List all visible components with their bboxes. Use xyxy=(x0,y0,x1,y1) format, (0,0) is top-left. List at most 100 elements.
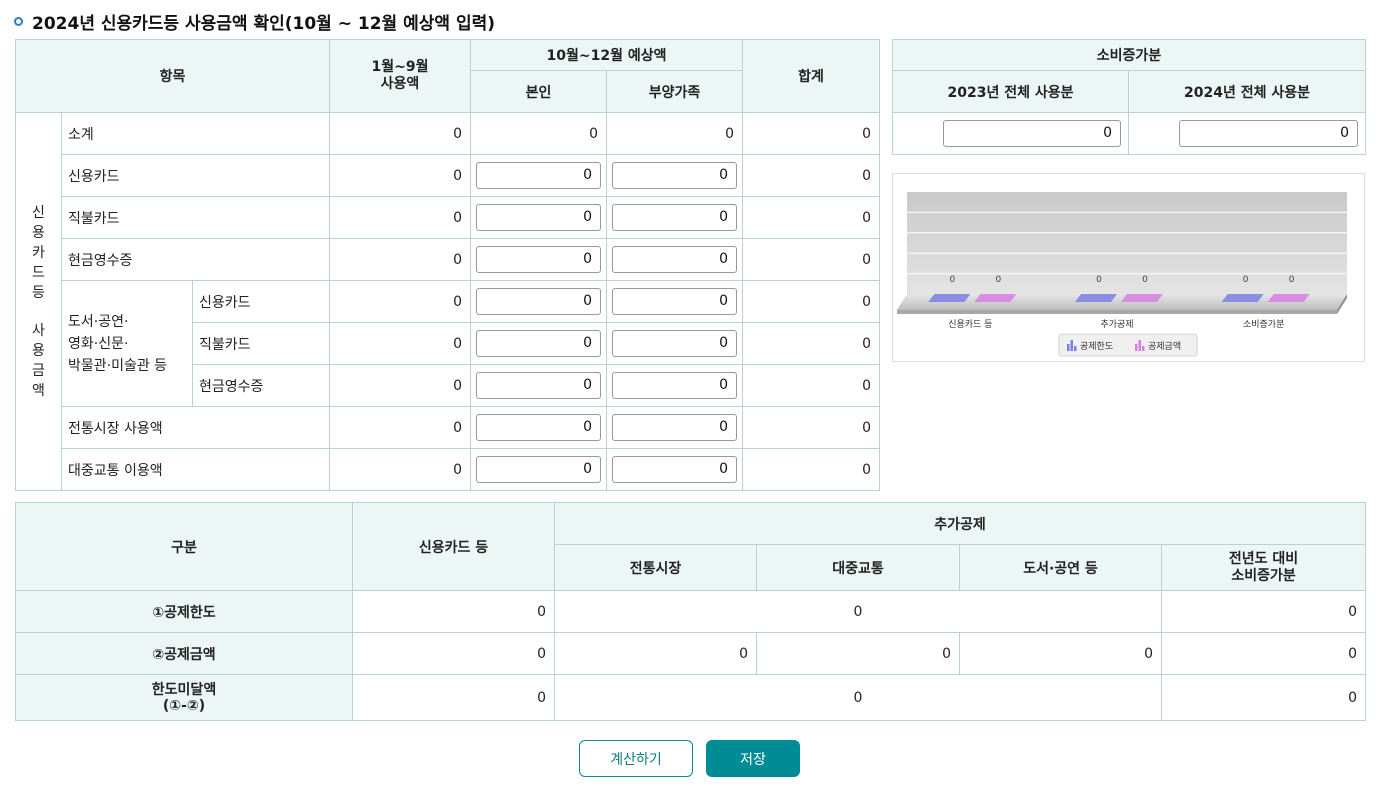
chart-floor-edge xyxy=(897,310,1337,314)
table-row: 전통시장 사용액 0 0 0 0 xyxy=(16,406,881,449)
header-dependents: 부양가족 xyxy=(605,70,744,113)
total-value: 0 xyxy=(742,196,881,239)
row-label-amount: ②공제금액 xyxy=(15,632,353,675)
chart-plot-background xyxy=(907,192,1347,294)
table-row: 대중교통 이용액 0 0 0 0 xyxy=(16,448,881,491)
header-2024: 2024년 전체 사용분 xyxy=(1128,70,1366,113)
dependents-input[interactable]: 0 xyxy=(612,456,738,483)
chart-data-label: 0 xyxy=(995,275,1001,285)
chart-legend-swatch xyxy=(1142,346,1145,351)
chart-legend-label: 공제한도 xyxy=(1080,341,1113,352)
deduction-chart: 0 0 신용카드 등 0 0 추가공제 0 0 소비증가분 공제한도 공제금액 xyxy=(892,173,1365,362)
row-label: 소계 xyxy=(61,112,330,155)
table-row: 현금영수증 0 0 0 0 xyxy=(16,238,881,281)
page-title-text: 2024년 신용카드등 사용금액 확인(10월 ~ 12월 예상액 입력) xyxy=(32,13,496,34)
total-value: 0 xyxy=(742,322,881,365)
chart-legend-label: 공제금액 xyxy=(1148,340,1181,352)
header-category: 구분 xyxy=(15,502,353,591)
amount-market-value: 0 xyxy=(554,632,757,675)
usage-amount-table: 항목 1월~9월 사용액 10월~12월 예상액 합계 본인 부양가족 신 용 … xyxy=(15,39,881,491)
table-row: 한도미달액 (①-②) 0 0 0 xyxy=(15,674,1367,721)
chart-bar xyxy=(1075,294,1117,302)
usage-2023-input[interactable]: 0 xyxy=(943,120,1121,147)
dependents-input[interactable]: 0 xyxy=(612,372,738,399)
table-row: 도서·공연· 영화·신문· 박물관·미술관 등 신용카드 0 0 0 0 xyxy=(16,280,881,407)
jan-sep-value: 0 xyxy=(329,112,471,155)
row-label: 현금영수증 xyxy=(61,238,330,281)
row-label: 현금영수증 xyxy=(192,364,330,407)
limit-increase-value: 0 xyxy=(1160,590,1367,633)
chart-bar xyxy=(928,294,971,302)
dependents-input[interactable]: 0 xyxy=(612,414,738,441)
calculate-button[interactable]: 계산하기 xyxy=(579,740,693,777)
chart-svg: 0 0 신용카드 등 0 0 추가공제 0 0 소비증가분공제한도 공제금액 xyxy=(897,192,1347,357)
jan-sep-value: 0 xyxy=(329,406,471,449)
jan-sep-value: 0 xyxy=(329,322,471,365)
chart-data-label: 0 xyxy=(1096,275,1102,285)
consumption-increase-table: 소비증가분 2023년 전체 사용분 2024년 전체 사용분 0 0 xyxy=(892,39,1366,155)
bullet-circle-icon xyxy=(14,16,23,26)
self-input[interactable]: 0 xyxy=(476,414,601,441)
dependents-input[interactable]: 0 xyxy=(612,162,738,189)
row-label-limit: ①공제한도 xyxy=(15,590,353,633)
shortfall-credit-value: 0 xyxy=(352,674,555,721)
total-value: 0 xyxy=(742,406,881,449)
header-market: 전통시장 xyxy=(554,544,757,591)
jan-sep-value: 0 xyxy=(329,364,471,407)
deduction-summary-table: 구분 신용카드 등 추가공제 전통시장 대중교통 도서·공연 등 전년도 대비 … xyxy=(15,502,1367,721)
header-2023: 2023년 전체 사용분 xyxy=(892,70,1129,113)
header-total: 합계 xyxy=(742,39,881,113)
shortfall-increase-value: 0 xyxy=(1160,674,1367,721)
save-button[interactable]: 저장 xyxy=(706,740,800,777)
shortfall-extra-value: 0 xyxy=(554,674,1162,721)
header-forecast: 10월~12월 예상액 xyxy=(469,39,744,71)
dependents-input[interactable]: 0 xyxy=(612,288,738,315)
table-row: 직불카드 0 0 0 0 xyxy=(16,196,881,239)
group-label-books: 도서·공연· 영화·신문· 박물관·미술관 등 xyxy=(61,280,193,407)
table-row: 신 용 카 드 등 사 용 금 액 소계 0 0 0 0 xyxy=(15,112,881,491)
limit-credit-value: 0 xyxy=(352,590,555,633)
vertical-label: 신 용 카 드 등 사 용 금 액 xyxy=(15,112,62,491)
chart-data-label: 0 xyxy=(1289,275,1295,285)
page-title: 2024년 신용카드등 사용금액 확인(10월 ~ 12월 예상액 입력) xyxy=(14,10,496,34)
total-value: 0 xyxy=(742,448,881,491)
dependents-input[interactable]: 0 xyxy=(612,204,738,231)
jan-sep-value: 0 xyxy=(329,154,471,197)
chart-category-label: 신용카드 등 xyxy=(948,319,992,330)
dependents-input[interactable]: 0 xyxy=(612,246,738,273)
self-input[interactable]: 0 xyxy=(476,372,601,399)
table-row: ①공제한도 0 0 0 xyxy=(15,590,1367,633)
dependents-input[interactable]: 0 xyxy=(612,330,738,357)
self-input[interactable]: 0 xyxy=(476,288,601,315)
header-transit: 대중교통 xyxy=(756,544,960,591)
chart-legend-swatch xyxy=(1135,344,1138,351)
table-row: 신용카드 0 0 0 0 xyxy=(16,154,881,197)
self-input[interactable]: 0 xyxy=(476,330,601,357)
usage-2024-input[interactable]: 0 xyxy=(1179,120,1358,147)
self-input[interactable]: 0 xyxy=(476,162,601,189)
total-value: 0 xyxy=(742,112,881,155)
amount-credit-value: 0 xyxy=(352,632,555,675)
limit-extra-value: 0 xyxy=(554,590,1162,633)
self-input[interactable]: 0 xyxy=(476,456,601,483)
row-label-shortfall: 한도미달액 (①-②) xyxy=(15,674,353,721)
header-self: 본인 xyxy=(470,70,607,113)
self-input[interactable]: 0 xyxy=(476,246,601,273)
amount-transit-value: 0 xyxy=(756,632,960,675)
header-item: 항목 xyxy=(15,39,330,113)
chart-bar xyxy=(1267,294,1310,302)
header-credit: 신용카드 등 xyxy=(352,502,555,591)
amount-books-value: 0 xyxy=(959,632,1162,675)
row-label: 직불카드 xyxy=(61,196,330,239)
row-label: 직불카드 xyxy=(192,322,330,365)
row-label: 전통시장 사용액 xyxy=(61,406,330,449)
header-books: 도서·공연 등 xyxy=(959,544,1162,591)
chart-legend-swatch xyxy=(1138,340,1141,351)
chart-bar xyxy=(1121,294,1163,302)
total-value: 0 xyxy=(742,280,881,323)
header-jan-sep: 1월~9월 사용액 xyxy=(329,39,471,113)
jan-sep-value: 0 xyxy=(329,196,471,239)
self-input[interactable]: 0 xyxy=(476,204,601,231)
row-label: 신용카드 xyxy=(192,280,330,323)
total-value: 0 xyxy=(742,364,881,407)
